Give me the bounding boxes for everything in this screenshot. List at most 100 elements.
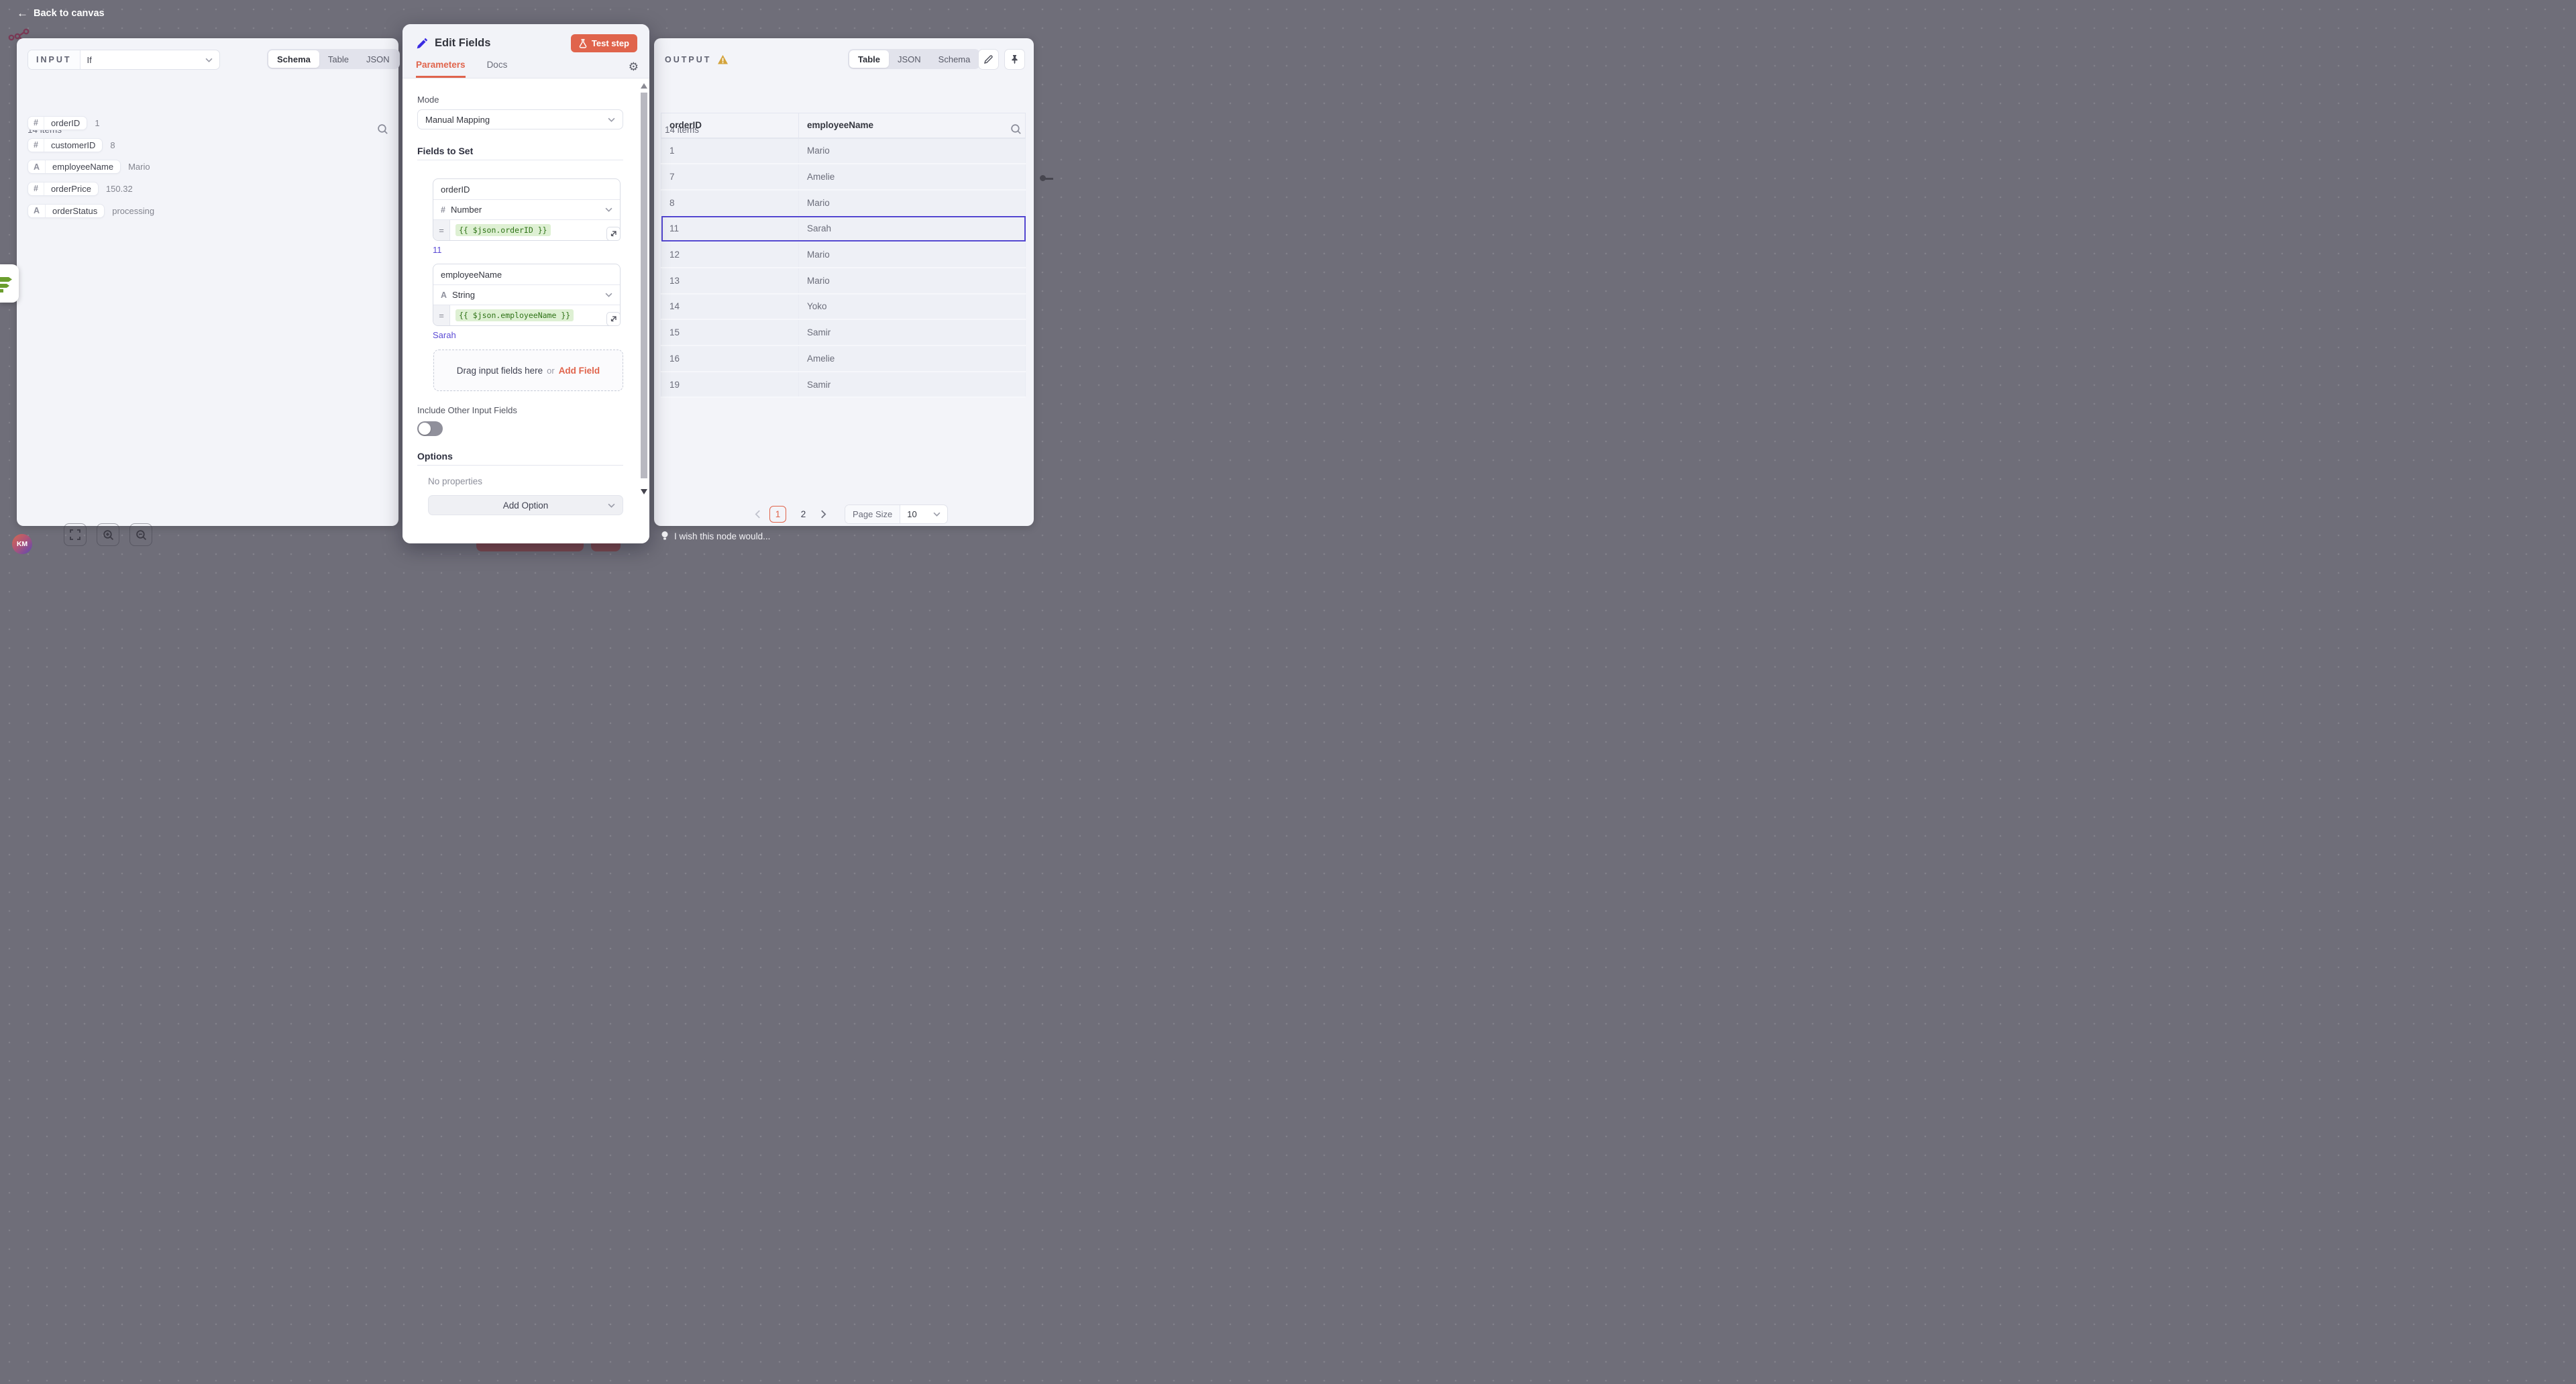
output-tab-json[interactable]: JSON bbox=[889, 50, 930, 68]
input-view-tabs: Schema Table JSON bbox=[267, 49, 400, 69]
scroll-up-icon[interactable] bbox=[641, 83, 647, 89]
table-row[interactable]: 12Mario bbox=[661, 242, 1026, 268]
field-type-select[interactable]: # Number bbox=[433, 199, 620, 219]
tab-docs[interactable]: Docs bbox=[487, 60, 508, 78]
include-other-fields-label: Include Other Input Fields bbox=[417, 405, 635, 415]
table-cell: Samir bbox=[799, 319, 1026, 345]
schema-field-name: customerID bbox=[44, 139, 102, 152]
zoom-out-icon bbox=[136, 529, 147, 541]
page-1-button[interactable]: 1 bbox=[769, 506, 786, 523]
node-feedback-link[interactable]: I wish this node would... bbox=[661, 531, 770, 541]
table-cell: Amelie bbox=[799, 164, 1026, 190]
number-type-icon: # bbox=[441, 205, 445, 215]
input-source-selector[interactable]: INPUT If bbox=[28, 50, 220, 70]
scroll-down-icon[interactable] bbox=[641, 489, 647, 494]
drag-fields-dropzone[interactable]: Drag input fields here or Add Field bbox=[433, 350, 623, 391]
table-cell: 11 bbox=[661, 216, 799, 242]
string-type-icon: A bbox=[441, 290, 447, 300]
open-expression-editor-button[interactable] bbox=[606, 312, 621, 326]
equals-icon: = bbox=[433, 305, 450, 325]
field-expression-input[interactable]: = {{ $json.orderID }} bbox=[433, 219, 620, 240]
fit-view-icon bbox=[70, 529, 80, 540]
field-type-select[interactable]: A String bbox=[433, 284, 620, 305]
tab-parameters[interactable]: Parameters bbox=[416, 60, 466, 78]
schema-field-row: #orderPrice 150.32 bbox=[28, 178, 388, 200]
modal-body: Mode Manual Mapping Fields to Set orderI… bbox=[402, 78, 649, 543]
output-view-tabs: Table JSON Schema bbox=[848, 49, 980, 69]
table-cell: 16 bbox=[661, 345, 799, 372]
page-next-icon[interactable] bbox=[820, 510, 826, 519]
table-row[interactable]: 8Mario bbox=[661, 190, 1026, 216]
schema-field-name: employeeName bbox=[46, 160, 120, 173]
node-feedback-text: I wish this node would... bbox=[674, 531, 770, 541]
page-prev-icon[interactable] bbox=[755, 510, 761, 519]
table-row[interactable]: 1Mario bbox=[661, 138, 1026, 164]
input-panel: INPUT If Schema Table JSON 14 items #ord… bbox=[17, 38, 398, 526]
schema-field-value: 1 bbox=[95, 118, 99, 128]
expression-result: 11 bbox=[433, 245, 635, 255]
open-expression-editor-button[interactable] bbox=[606, 227, 621, 241]
table-row[interactable]: 19Samir bbox=[661, 372, 1026, 398]
table-cell: 19 bbox=[661, 372, 799, 398]
schema-field-pill[interactable]: #customerID bbox=[28, 138, 103, 152]
schema-field-value: 150.32 bbox=[106, 184, 133, 194]
add-field-link[interactable]: Add Field bbox=[559, 366, 600, 376]
schema-field-pill[interactable]: #orderPrice bbox=[28, 182, 99, 196]
mode-select[interactable]: Manual Mapping bbox=[417, 109, 623, 129]
field-name-input[interactable]: employeeName bbox=[433, 264, 620, 284]
zoom-in-icon bbox=[103, 529, 114, 541]
node-settings-gear-icon[interactable]: ⚙ bbox=[629, 61, 639, 72]
table-row[interactable]: 7Amelie bbox=[661, 164, 1026, 190]
equals-icon: = bbox=[433, 220, 450, 240]
expression-value: {{ $json.employeeName }} bbox=[455, 309, 574, 321]
schema-field-pill[interactable]: AemployeeName bbox=[28, 160, 121, 174]
expand-icon bbox=[610, 230, 617, 237]
add-option-button[interactable]: Add Option bbox=[428, 495, 623, 515]
output-tab-table[interactable]: Table bbox=[849, 50, 889, 68]
input-tab-table[interactable]: Table bbox=[319, 50, 358, 68]
output-table: orderIDemployeeName 1Mario7Amelie8Mario1… bbox=[661, 113, 1026, 398]
input-tab-json[interactable]: JSON bbox=[358, 50, 398, 68]
table-cell: 1 bbox=[661, 138, 799, 164]
test-step-button[interactable]: Test step bbox=[571, 34, 637, 52]
page-size-select[interactable]: 10 bbox=[900, 509, 947, 519]
modal-scrollbar[interactable] bbox=[641, 83, 647, 484]
if-node-icon bbox=[0, 274, 16, 293]
expand-icon bbox=[610, 315, 617, 323]
output-pin-button[interactable] bbox=[1004, 49, 1025, 70]
table-cell: Mario bbox=[799, 138, 1026, 164]
input-tab-schema[interactable]: Schema bbox=[268, 50, 319, 68]
back-to-canvas-link[interactable]: ← Back to canvas bbox=[17, 7, 105, 19]
user-avatar[interactable]: KM bbox=[12, 534, 32, 554]
zoom-out-button[interactable] bbox=[129, 523, 152, 546]
output-tab-schema[interactable]: Schema bbox=[930, 50, 979, 68]
zoom-in-button[interactable] bbox=[97, 523, 119, 546]
schema-field-name: orderID bbox=[44, 117, 87, 129]
table-cell: 12 bbox=[661, 242, 799, 268]
fit-view-button[interactable] bbox=[64, 523, 87, 546]
table-row[interactable]: 15Samir bbox=[661, 319, 1026, 345]
table-row[interactable]: 14Yoko bbox=[661, 294, 1026, 320]
schema-field-pill[interactable]: #orderID bbox=[28, 116, 87, 130]
test-step-label: Test step bbox=[592, 38, 629, 48]
chevron-down-icon bbox=[605, 292, 612, 297]
table-row[interactable]: 11Sarah bbox=[661, 216, 1026, 242]
table-row[interactable]: 16Amelie bbox=[661, 345, 1026, 372]
schema-field-value: Mario bbox=[128, 162, 150, 172]
chevron-down-icon bbox=[605, 207, 612, 212]
table-cell: 15 bbox=[661, 319, 799, 345]
scrollbar-thumb[interactable] bbox=[641, 93, 647, 478]
page-size-control[interactable]: Page Size 10 bbox=[845, 504, 948, 524]
include-other-fields-toggle[interactable] bbox=[417, 421, 443, 436]
output-edit-button[interactable] bbox=[978, 49, 999, 70]
input-node-stub[interactable] bbox=[0, 264, 19, 303]
schema-field-row: #orderID 1 bbox=[28, 112, 388, 134]
page-2-button[interactable]: 2 bbox=[795, 506, 812, 523]
table-row[interactable]: 13Mario bbox=[661, 268, 1026, 294]
field-expression-input[interactable]: = {{ $json.employeeName }} bbox=[433, 305, 620, 325]
schema-field-pill[interactable]: AorderStatus bbox=[28, 204, 105, 218]
schema-field-name: orderPrice bbox=[44, 182, 98, 195]
field-name-input[interactable]: orderID bbox=[433, 179, 620, 199]
input-source-select[interactable]: If bbox=[80, 50, 220, 69]
edit-fields-node-icon bbox=[416, 38, 428, 50]
